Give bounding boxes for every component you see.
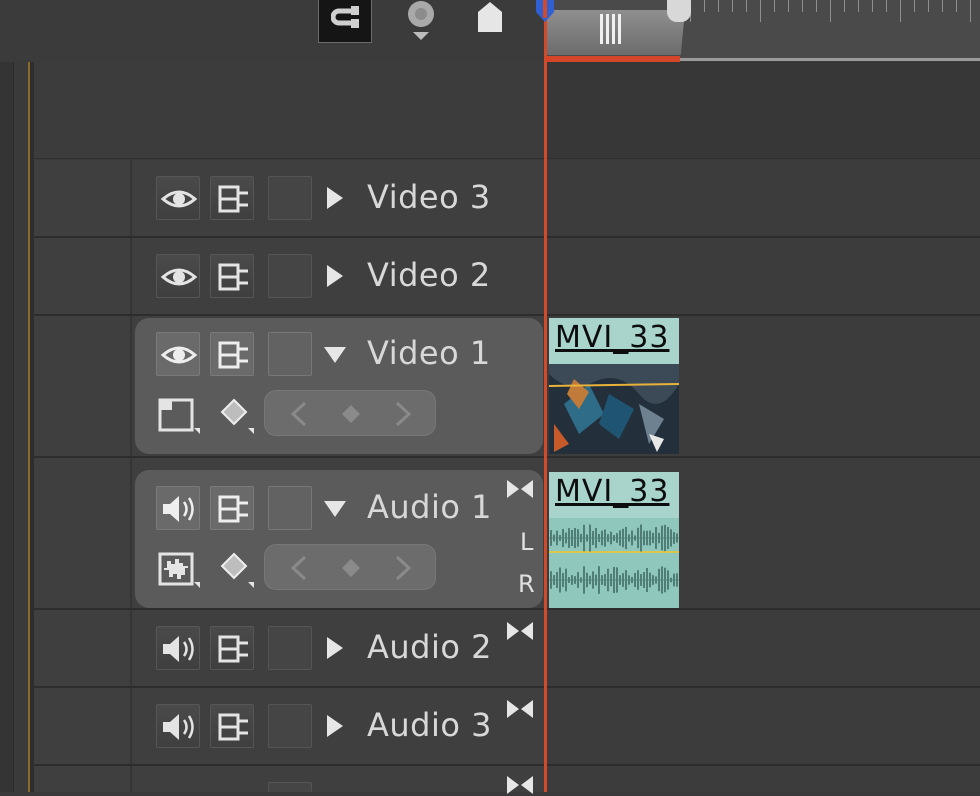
track-name-video1: Video 1 xyxy=(367,334,491,372)
sync-lock-icon[interactable] xyxy=(210,254,254,298)
toggle-mute-speaker-icon[interactable] xyxy=(156,486,200,530)
ruler-tick xyxy=(802,0,803,12)
ruler-tick xyxy=(830,0,831,22)
toggle-output-eye-icon[interactable] xyxy=(156,332,200,376)
track-name-audio3: Audio 3 xyxy=(367,706,492,744)
ruler-tick xyxy=(704,0,705,12)
sync-lock-icon[interactable] xyxy=(210,486,254,530)
keyframe-navigator[interactable] xyxy=(264,390,436,436)
panel-divider xyxy=(13,0,14,792)
display-style-icon[interactable] xyxy=(158,396,202,436)
track-lock-toggle[interactable] xyxy=(268,704,312,748)
sync-lock-icon[interactable] xyxy=(210,704,254,748)
toggle-output-eye-icon[interactable] xyxy=(156,176,200,220)
track-lock-toggle[interactable] xyxy=(268,176,312,220)
playhead-handle-icon[interactable] xyxy=(534,0,556,24)
audio-waveform xyxy=(549,524,679,594)
left-channel-label: L xyxy=(520,528,534,556)
timeline-spacer xyxy=(545,62,980,159)
track-lock-toggle[interactable] xyxy=(268,626,312,670)
ruler-tick xyxy=(914,0,915,12)
ruler-tick xyxy=(774,0,775,12)
ruler-baseline xyxy=(680,58,980,61)
ruler-tick xyxy=(718,0,719,12)
expand-track-arrow-icon[interactable] xyxy=(327,187,343,209)
track-name-audio2: Audio 2 xyxy=(367,628,492,666)
ruler-tick xyxy=(858,0,859,12)
track-lane-audio3[interactable] xyxy=(545,688,980,766)
ruler-tick xyxy=(900,0,901,22)
track-height-bowtie-icon[interactable] xyxy=(505,774,535,796)
ruler-tick xyxy=(732,0,733,12)
track-lane-video3[interactable] xyxy=(545,160,980,238)
keyframe-toggle-icon[interactable] xyxy=(218,550,258,590)
clip-name: MVI_33 xyxy=(555,474,670,509)
track-lock-toggle[interactable] xyxy=(268,486,312,530)
ruler-tick xyxy=(872,0,873,12)
audio-clip[interactable]: MVI_33 xyxy=(549,472,679,608)
toggle-output-eye-icon[interactable] xyxy=(156,254,200,298)
ruler-tick xyxy=(816,0,817,12)
toggle-mute-speaker-icon[interactable] xyxy=(156,704,200,748)
sync-lock-icon[interactable] xyxy=(210,626,254,670)
clip-thumbnail xyxy=(549,364,679,454)
ruler-tick xyxy=(844,0,845,12)
track-lock-toggle[interactable] xyxy=(268,254,312,298)
collapse-track-arrow-icon[interactable] xyxy=(324,501,346,517)
right-channel-label: R xyxy=(518,570,535,598)
ruler-tick xyxy=(928,0,929,12)
collapse-track-arrow-icon[interactable] xyxy=(324,347,346,363)
ruler-tick xyxy=(788,0,789,12)
clip-name: MVI_33 xyxy=(555,320,670,355)
work-area-grip-icon[interactable] xyxy=(598,14,622,44)
ruler-tick xyxy=(886,0,887,12)
magnet-snap-icon[interactable] xyxy=(318,0,372,43)
ruler-tick xyxy=(942,0,943,12)
expand-track-arrow-icon[interactable] xyxy=(327,637,343,659)
track-lane-partial[interactable] xyxy=(545,766,980,792)
video-clip[interactable]: MVI_33 xyxy=(549,318,679,454)
track-header-spacer xyxy=(34,62,545,159)
track-name-audio1: Audio 1 xyxy=(367,488,492,526)
expand-track-arrow-icon[interactable] xyxy=(327,715,343,737)
panel-edge xyxy=(0,0,13,792)
add-marker-icon[interactable] xyxy=(403,0,439,44)
expand-track-arrow-icon[interactable] xyxy=(327,265,343,287)
track-height-bowtie-icon[interactable] xyxy=(505,478,535,500)
ruler-tick xyxy=(746,0,747,12)
track-lane-audio2[interactable] xyxy=(545,610,980,688)
toggle-mute-speaker-icon[interactable] xyxy=(156,626,200,670)
sync-lock-icon[interactable] xyxy=(210,176,254,220)
track-name-video3: Video 3 xyxy=(367,178,491,216)
ruler-tick xyxy=(970,0,971,22)
track-height-bowtie-icon[interactable] xyxy=(505,620,535,642)
work-area-end-handle[interactable] xyxy=(667,0,691,22)
track-name-video2: Video 2 xyxy=(367,256,491,294)
track-height-bowtie-icon[interactable] xyxy=(505,698,535,720)
waveform-display-icon[interactable] xyxy=(158,550,202,590)
add-keyframe-icon[interactable] xyxy=(474,0,506,34)
playhead-line[interactable] xyxy=(544,0,547,792)
keyframe-toggle-icon[interactable] xyxy=(218,396,258,436)
keyframe-navigator[interactable] xyxy=(264,544,436,590)
ruler-tick xyxy=(760,0,761,22)
track-lane-video2[interactable] xyxy=(545,238,980,316)
ruler-tick xyxy=(956,0,957,12)
timeline-toolbar xyxy=(0,0,545,62)
track-lock-toggle[interactable] xyxy=(268,782,312,792)
sync-lock-icon[interactable] xyxy=(210,332,254,376)
track-lock-toggle[interactable] xyxy=(268,332,312,376)
